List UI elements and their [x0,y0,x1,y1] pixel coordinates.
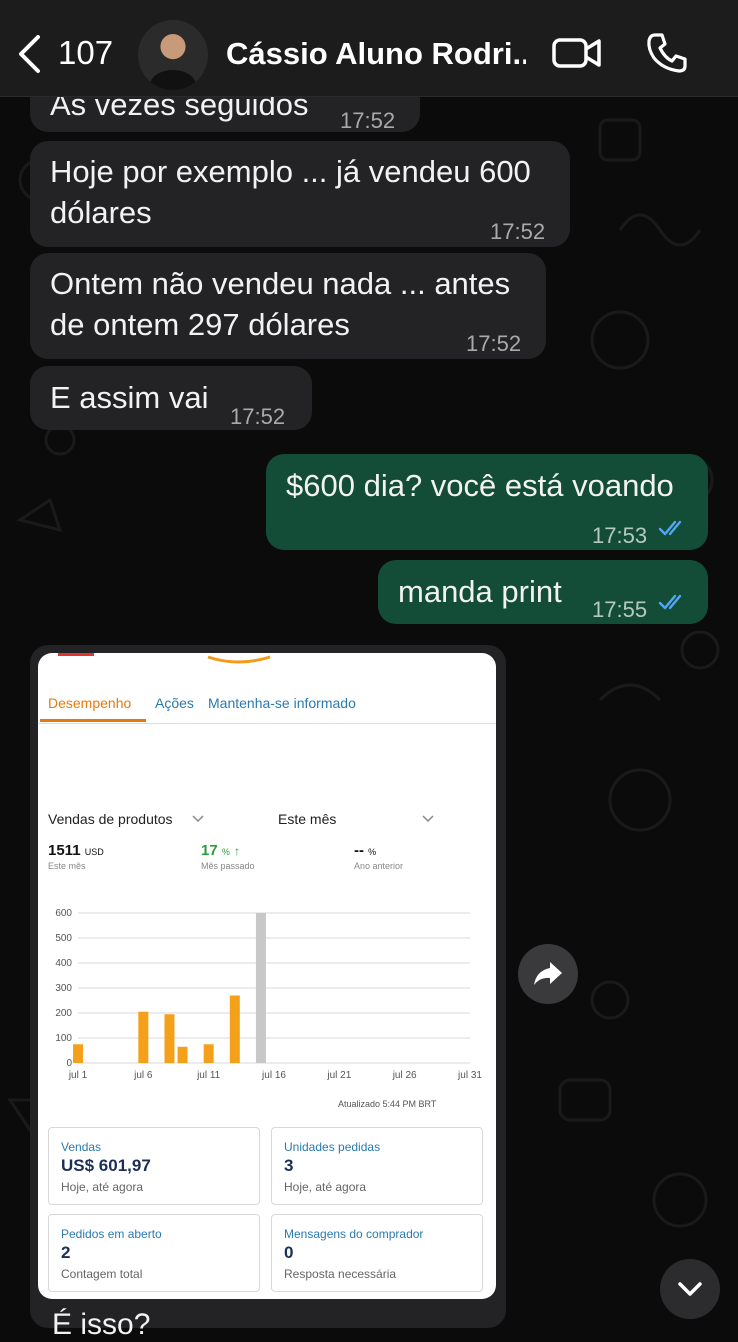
metric-value: -- [354,842,364,859]
video-call-icon[interactable] [552,36,602,70]
message-text: manda print [398,574,562,609]
read-receipt-icon [658,520,682,536]
forward-arrow-icon [534,962,562,985]
outgoing-message[interactable]: $600 dia? você está voando 17:53 [266,454,708,550]
metric-last-month: 17 % ↑ [201,842,240,859]
stat-subtitle: Hoje, até agora [284,1180,367,1194]
message-text: dólares [50,195,152,230]
active-tab-indicator [40,719,146,722]
updated-timestamp: Atualizado 5:44 PM BRT [338,1099,437,1109]
message-time: 17:52 [466,331,522,356]
metric-value: 17 [201,842,218,859]
x-tick-label: jul 1 [68,1070,88,1081]
stat-value: 2 [61,1243,71,1262]
dashboard-tabs: Desempenho Ações Mantenha-se informado [38,679,496,724]
menu-icon [58,653,94,656]
metric-this-month: 1511 USD [48,842,104,859]
x-tick-label: jul 16 [261,1070,286,1081]
stat-subtitle: Contagem total [61,1267,143,1281]
stat-value: US$ 601,97 [61,1156,151,1175]
chart-bar [255,913,266,1063]
message-text: $600 dia? você está voando [286,468,674,503]
stat-card-pedidos[interactable]: Pedidos em aberto 2 Contagem total [48,1214,260,1292]
chart-bar [203,1044,214,1063]
y-tick-label: 600 [55,908,72,919]
stat-card-unidades[interactable]: Unidades pedidas 3 Hoje, até agora [271,1127,483,1205]
stat-card-vendas[interactable]: Vendas US$ 601,97 Hoje, até agora [48,1127,260,1205]
metric-last-year: -- % [354,842,376,859]
metric-label: Este mês [48,861,86,871]
caption-text: É isso? [52,1308,151,1341]
y-tick-label: 200 [55,1008,72,1019]
arrow-up-icon: ↑ [234,844,241,858]
y-tick-label: 0 [66,1058,72,1069]
stat-subtitle: Resposta necessária [284,1267,397,1281]
x-tick-label: jul 21 [326,1070,351,1081]
outgoing-message[interactable]: manda print 17:55 [378,560,708,624]
chevron-down-icon [678,1282,702,1296]
stat-title: Vendas [61,1140,102,1154]
contact-name[interactable]: Cássio Aluno Rodri... [226,36,526,72]
back-chevron-icon[interactable] [16,34,42,74]
message-time: 17:53 [592,523,648,548]
tab-acoes[interactable]: Ações [155,695,194,711]
tab-desempenho[interactable]: Desempenho [48,695,131,711]
period-selector[interactable]: Este mês [278,811,336,827]
metric-value: 1511 [48,842,81,859]
phone-call-icon[interactable] [646,32,688,74]
stat-title: Mensagens do comprador [284,1227,424,1241]
incoming-message[interactable]: Ontem não vendeu nada ... antes de ontem… [30,253,546,359]
chart-bar [229,995,240,1063]
metric-unit: % [368,847,377,857]
sales-bar-chart: 0 100 200 300 400 500 600 jul 1 jul 6 jul 11 jul 1… [55,908,482,1081]
metric-unit: % [221,847,230,857]
y-tick-label: 300 [55,983,72,994]
chevron-down-icon [192,815,204,823]
chat-header: 107 Cássio Aluno Rodri... [0,0,738,97]
message-time: 17:55 [592,597,648,622]
metric-label: Mês passado [201,861,255,871]
stat-value: 0 [284,1243,294,1262]
stat-title: Pedidos em aberto [61,1227,162,1241]
incoming-message[interactable]: Hoje por exemplo ... já vendeu 600 dólar… [30,141,570,247]
metric-label: Ano anterior [354,861,404,871]
read-receipt-icon [658,594,682,610]
stat-value: 3 [284,1156,294,1175]
chart-bar [138,1011,149,1063]
stat-subtitle: Hoje, até agora [61,1180,144,1194]
message-time: 17:52 [490,219,546,244]
tab-mantenha-se-informado[interactable]: Mantenha-se informado [208,695,356,711]
message-time: 17:52 [340,108,396,133]
chevron-down-icon [422,815,434,823]
forward-button[interactable] [518,944,578,1004]
stat-title: Unidades pedidas [284,1140,381,1154]
metric-selector[interactable]: Vendas de produtos [48,811,173,827]
chart-bar [177,1046,188,1063]
unread-count[interactable]: 107 [58,34,113,72]
amazon-logo-icon [207,655,271,664]
y-tick-label: 400 [55,958,72,969]
message-time: 17:52 [230,404,286,429]
x-tick-label: jul 26 [392,1070,417,1081]
chart-bar [73,1044,83,1063]
x-tick-label: jul 31 [457,1070,482,1081]
message-text: de ontem 297 dólares [50,307,350,342]
chart-bar [164,1014,175,1063]
sales-dashboard-screenshot[interactable]: Desempenho Ações Mantenha-se informado V… [38,653,496,1299]
stat-card-mensagens[interactable]: Mensagens do comprador 0 Resposta necess… [271,1214,483,1292]
scroll-to-bottom-button[interactable] [660,1259,720,1319]
contact-avatar[interactable] [138,20,208,90]
image-message[interactable]: Desempenho Ações Mantenha-se informado V… [30,645,506,1328]
metric-unit: USD [84,847,104,857]
x-tick-label: jul 11 [196,1070,221,1081]
incoming-message[interactable]: E assim vai 17:52 [30,366,312,430]
message-text: Ontem não vendeu nada ... antes [50,266,511,301]
x-tick-label: jul 6 [133,1070,153,1081]
message-text: Hoje por exemplo ... já vendeu 600 [50,154,531,189]
message-text: E assim vai [50,380,209,415]
y-tick-label: 100 [55,1033,72,1044]
y-tick-label: 500 [55,933,72,944]
